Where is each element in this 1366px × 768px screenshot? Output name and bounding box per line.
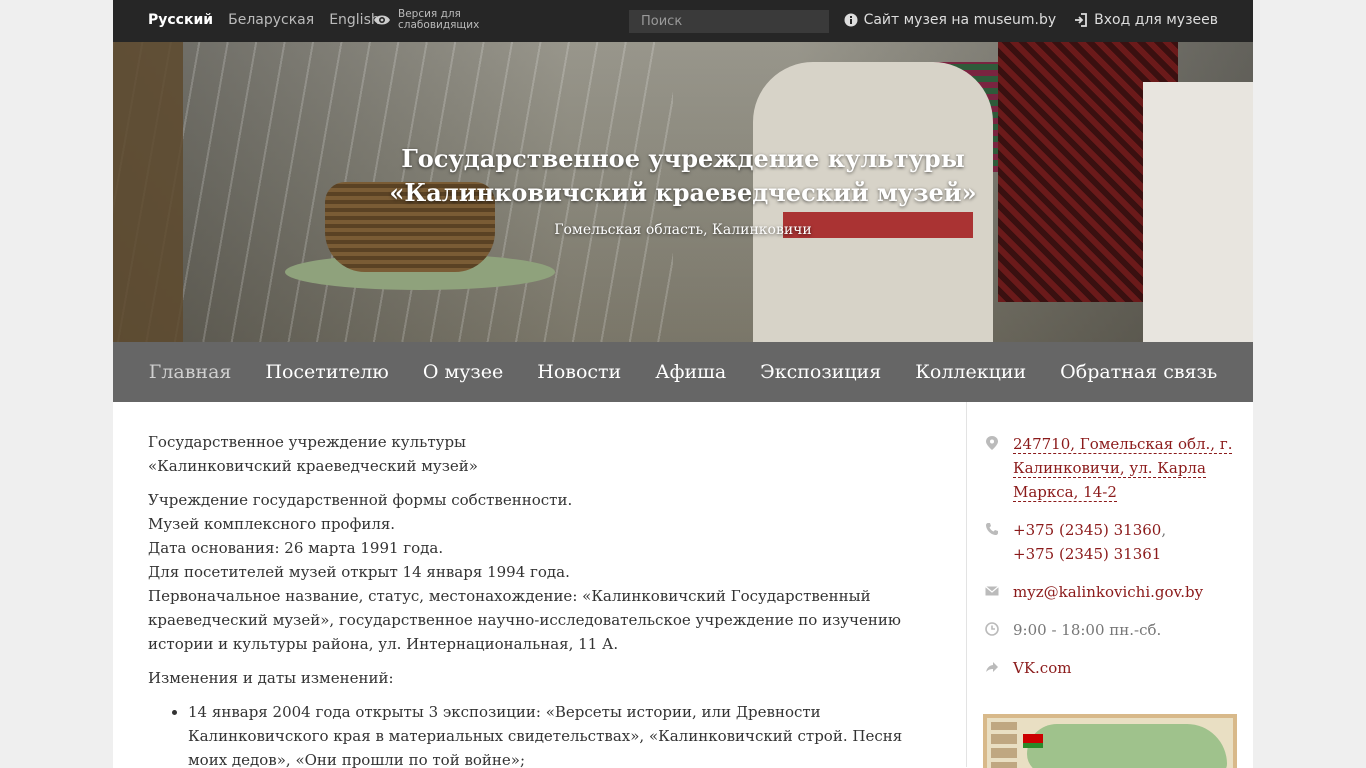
nav-collections[interactable]: Коллекции [915,361,1026,383]
lang-belarusian[interactable]: Беларуская [228,12,314,28]
fact-ownership: Учреждение государственной формы собстве… [148,491,573,509]
address-row: 247710, Гомельская обл., г. Калинковичи,… [985,432,1235,504]
phone-2-link[interactable]: +375 (2345) 31361 [1013,545,1161,563]
eye-icon [374,15,390,25]
main-nav: Главная Посетителю О музее Новости Афиша… [113,342,1253,402]
language-switcher: Русский Беларуская English [148,12,380,28]
facts-paragraph: Учреждение государственной формы собстве… [148,488,938,656]
fact-opened: Для посетителей музей открыт 14 января 1… [148,563,570,581]
nav-about[interactable]: О музее [423,361,503,383]
phone-icon [985,522,999,566]
main-content: Государственное учреждение культуры «Кал… [148,430,938,768]
hero-banner: Государственное учреждение культуры «Кал… [113,42,1253,342]
share-arrow-icon [985,660,999,680]
page: Русский Беларуская English Версия для сл… [113,0,1253,768]
email-link[interactable]: myz@kalinkovichi.gov.by [1013,580,1203,604]
map-thumbnail-region [1027,724,1227,768]
fact-profile: Музей комплексного профиля. [148,515,396,533]
low-vision-link[interactable]: Версия для слабовидящих [373,8,480,31]
nav-visitor[interactable]: Посетителю [265,361,388,383]
hero-white-shirt-image [1143,82,1253,342]
phone-1-link[interactable]: +375 (2345) 31360 [1013,521,1161,539]
vk-link[interactable]: VK.com [1013,656,1071,680]
nav-feedback[interactable]: Обратная связь [1060,361,1217,383]
nav-exposition[interactable]: Экспозиция [760,361,881,383]
hero-title-line1: Государственное учреждение культуры [401,144,965,173]
search-input[interactable] [629,10,829,33]
top-bar: Русский Беларуская English Версия для сл… [113,0,1253,42]
list-item: 14 января 2004 года открыты 3 экспозиции… [188,700,938,768]
address-link[interactable]: 247710, Гомельская обл., г. Калинковичи,… [1013,435,1233,502]
email-row: myz@kalinkovichi.gov.by [985,580,1235,604]
sign-in-icon [1075,13,1088,27]
region-map-thumbnail[interactable] [983,714,1237,768]
hero-title-line2: «Калинковичский краеведческий музей» [389,178,977,207]
hero-title: Государственное учреждение культуры «Кал… [113,142,1253,210]
intro-line2: «Калинковичский краеведческий музей» [148,457,478,475]
museum-site-link[interactable]: Сайт музея на museum.by [844,12,1057,28]
museum-site-label: Сайт музея на museum.by [863,12,1057,28]
fact-founded: Дата основания: 26 марта 1991 года. [148,539,444,557]
phone-row: +375 (2345) 31360, +375 (2345) 31361 [985,518,1235,566]
nav-afisha[interactable]: Афиша [655,361,726,383]
vk-row: VK.com [985,656,1235,680]
map-thumbnail-pictures [991,722,1017,768]
nav-news[interactable]: Новости [537,361,621,383]
login-label: Вход для музеев [1094,12,1218,28]
opening-hours: 9:00 - 18:00 пн.-сб. [1013,621,1162,639]
changes-heading: Изменения и даты изменений: [148,669,394,687]
clock-icon [985,622,999,642]
hours-row: 9:00 - 18:00 пн.-сб. [985,618,1235,642]
info-icon [844,13,858,27]
flag-icon [1023,734,1043,748]
content-divider [966,402,967,767]
intro-line1: Государственное учреждение культуры [148,433,466,451]
lang-russian[interactable]: Русский [148,12,213,28]
phone-separator: , [1161,521,1167,539]
hero-subtitle: Гомельская область, Калинковичи [554,222,812,238]
changes-list: 14 января 2004 года открыты 3 экспозиции… [188,700,938,768]
envelope-icon [985,584,999,604]
contacts-sidebar: 247710, Гомельская обл., г. Калинковичи,… [985,432,1235,694]
nav-home[interactable]: Главная [149,361,232,383]
fact-original-name: Первоначальное название, статус, местона… [148,587,901,653]
intro-paragraph: Государственное учреждение культуры «Кал… [148,430,938,478]
low-vision-label: Версия для слабовидящих [398,8,480,31]
map-marker-icon [985,436,999,504]
login-link[interactable]: Вход для музеев [1074,12,1218,28]
